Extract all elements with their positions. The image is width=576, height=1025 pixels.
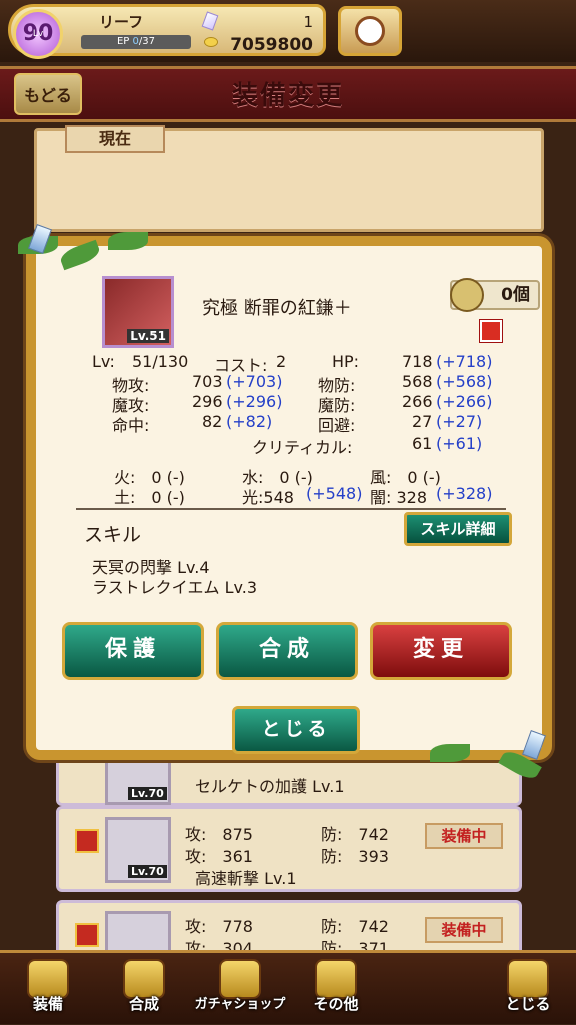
top-status-bar: Lv 90 リーフ EP 0/37 1 7059800 (0, 0, 576, 62)
thumb-level: Lv.70 (128, 865, 167, 878)
stat-atk: 攻: 778 (185, 917, 253, 936)
matk-plus: (+296) (226, 392, 283, 411)
change-button[interactable]: 変更 (370, 622, 512, 680)
section-divider (76, 508, 506, 510)
patk-value: 703 (192, 372, 223, 391)
hp-label: HP: (332, 352, 360, 371)
hit-plus: (+82) (226, 412, 273, 431)
nav-equip[interactable]: 装備 (0, 959, 96, 1025)
equipped-badge: 装備中 (425, 823, 503, 849)
element-dark-plus: (+328) (436, 484, 493, 503)
pouch-icon (450, 278, 484, 312)
crit-value: 61 (412, 434, 433, 453)
element-dark: 闇: 328 (370, 488, 428, 507)
skill-detail-button[interactable]: スキル詳細 (404, 512, 512, 546)
nav-label: 装備 (32, 995, 63, 1013)
nav-label: その他 (313, 995, 359, 1013)
matk-value: 296 (192, 392, 223, 411)
hit-label: 命中: (112, 416, 150, 435)
gem-icon (201, 11, 219, 31)
crit-label: クリティカル: (252, 438, 353, 457)
skill-text: セルケトの加護 Lv.1 (195, 777, 345, 796)
current-label: 現在 (65, 125, 165, 153)
sword-icon (75, 923, 99, 947)
hp-value: 718 (402, 352, 433, 371)
lv-label: Lv: (92, 352, 115, 371)
eva-label: 回避: (318, 416, 356, 435)
patk-plus: (+703) (226, 372, 283, 391)
item-count: 0個 (450, 278, 540, 312)
list-item[interactable]: Lv.70 攻: 875 防: 742 攻: 361 防: 393 高速斬撃 L… (56, 806, 522, 892)
item-thumbnail: Lv.70 (105, 817, 171, 883)
vine-leaf-decoration (430, 744, 470, 762)
stat-def: 防: 742 (321, 825, 389, 844)
eva-plus: (+27) (436, 412, 483, 431)
item-detail-dialog: Lv.51 究極 断罪の紅鎌＋ 0個 Lv: 51/130 コスト: 2 HP:… (26, 236, 552, 760)
hit-value: 82 (202, 412, 223, 431)
skill-section-title: スキル (84, 524, 142, 546)
level-label: Lv (32, 28, 44, 39)
thumb-level: Lv.70 (128, 787, 167, 800)
lv-value: 51/130 (132, 352, 189, 371)
skill-text: 高速斬撃 Lv.1 (195, 869, 297, 888)
stat-def2: 防: 393 (321, 847, 389, 866)
sword-icon (75, 829, 99, 853)
mdef-value: 266 (402, 392, 433, 411)
ep-max: /37 (138, 36, 155, 47)
skill-item: ラストレクイエム Lv.3 (92, 578, 258, 597)
vine-leaf-decoration (108, 232, 148, 250)
mdef-plus: (+266) (436, 392, 493, 411)
level-badge: Lv 90 (13, 9, 63, 59)
eva-value: 27 (412, 412, 433, 431)
gold-coin-icon (204, 37, 218, 47)
friends-icon (355, 16, 385, 46)
nav-label: ガチャショップ (194, 997, 286, 1012)
crit-plus: (+61) (436, 434, 483, 453)
bottom-navigation: 装備 合成 ガチャショップ その他 とじる (0, 950, 576, 1024)
pdef-value: 568 (402, 372, 433, 391)
nav-other[interactable]: その他 (288, 959, 384, 1025)
nav-label: とじる (505, 995, 551, 1013)
hp-plus: (+718) (436, 352, 493, 371)
item-name: 究極 断罪の紅鎌＋ (202, 298, 352, 319)
stat-def: 防: 742 (321, 917, 389, 936)
item-thumbnail: Lv.51 (102, 276, 174, 348)
close-button[interactable]: とじる (232, 706, 360, 754)
fuse-button[interactable]: 合成 (216, 622, 358, 680)
page-title: 装備変更 (231, 81, 344, 111)
nav-gacha-shop[interactable]: ガチャショップ (192, 959, 288, 1025)
protect-button[interactable]: 保護 (62, 622, 204, 680)
page-header: もどる 装備変更 (0, 66, 576, 122)
count-value: 0個 (501, 285, 530, 305)
cost-value: 2 (276, 352, 287, 371)
nav-label: 合成 (128, 995, 159, 1013)
current-equipment-panel: 現在 (34, 125, 544, 232)
pdef-plus: (+568) (436, 372, 493, 391)
gold-count: 7059800 (230, 35, 313, 55)
element-light: 光:548 (242, 488, 294, 507)
player-panel[interactable]: Lv 90 リーフ EP 0/37 1 7059800 (8, 4, 326, 59)
friends-button[interactable] (338, 6, 402, 56)
ep-label: EP (116, 36, 130, 47)
element-light-plus: (+548) (306, 484, 363, 503)
element-earth: 土: 0 (-) (114, 488, 185, 507)
player-name: リーフ (99, 13, 144, 31)
nav-close[interactable]: とじる (480, 959, 576, 1025)
stat-atk2: 攻: 361 (185, 847, 253, 866)
ep-bar: EP 0/37 (81, 35, 191, 49)
gem-count: 1 (303, 13, 313, 31)
nav-fuse[interactable]: 合成 (96, 959, 192, 1025)
stat-atk: 攻: 875 (185, 825, 253, 844)
lock-toggle-icon[interactable] (480, 320, 502, 342)
thumb-level: Lv.51 (127, 329, 169, 343)
equipped-badge: 装備中 (425, 917, 503, 943)
